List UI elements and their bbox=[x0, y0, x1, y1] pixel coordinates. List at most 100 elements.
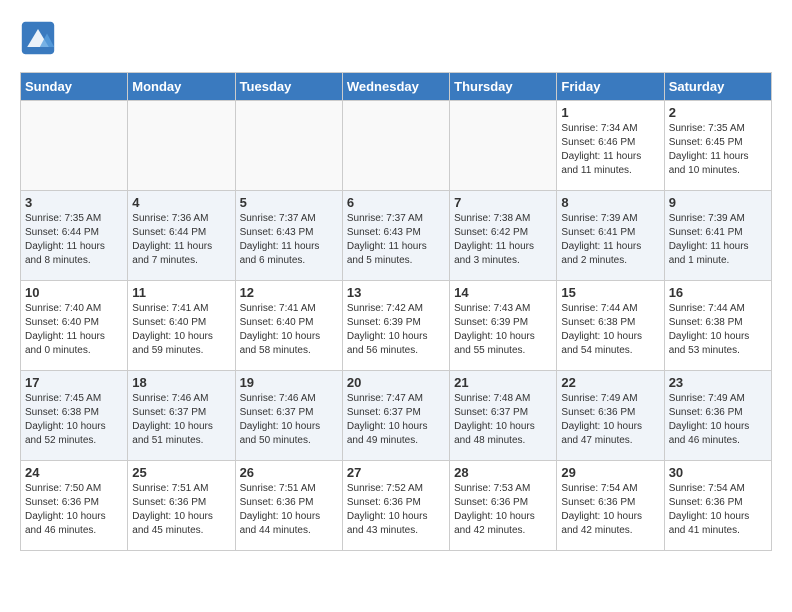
day-number: 20 bbox=[347, 375, 445, 390]
day-info: Sunrise: 7:52 AM Sunset: 6:36 PM Dayligh… bbox=[347, 482, 445, 538]
calendar-cell: 18 Sunrise: 7:46 AM Sunset: 6:37 PM Dayli… bbox=[128, 371, 235, 461]
day-number: 1 bbox=[561, 105, 659, 120]
calendar-cell: 13 Sunrise: 7:42 AM Sunset: 6:39 PM Dayli… bbox=[342, 281, 449, 371]
day-number: 15 bbox=[561, 285, 659, 300]
day-number: 24 bbox=[25, 465, 123, 480]
calendar-cell: 29 Sunrise: 7:54 AM Sunset: 6:36 PM Dayli… bbox=[557, 461, 664, 551]
calendar-cell: 7 Sunrise: 7:38 AM Sunset: 6:42 PM Daylig… bbox=[450, 191, 557, 281]
day-info: Sunrise: 7:53 AM Sunset: 6:36 PM Dayligh… bbox=[454, 482, 552, 538]
logo bbox=[20, 20, 60, 56]
calendar-cell: 22 Sunrise: 7:49 AM Sunset: 6:36 PM Dayli… bbox=[557, 371, 664, 461]
column-header-saturday: Saturday bbox=[664, 73, 771, 101]
calendar-cell: 21 Sunrise: 7:48 AM Sunset: 6:37 PM Dayli… bbox=[450, 371, 557, 461]
day-number: 10 bbox=[25, 285, 123, 300]
day-info: Sunrise: 7:44 AM Sunset: 6:38 PM Dayligh… bbox=[561, 302, 659, 358]
calendar-cell: 11Sunrise: 7:41 AM Sunset: 6:40 PM Dayli… bbox=[128, 281, 235, 371]
calendar-cell: 26 Sunrise: 7:51 AM Sunset: 6:36 PM Dayli… bbox=[235, 461, 342, 551]
calendar-cell bbox=[128, 101, 235, 191]
calendar-cell: 8 Sunrise: 7:39 AM Sunset: 6:41 PM Daylig… bbox=[557, 191, 664, 281]
calendar-week-row: 1 Sunrise: 7:34 AM Sunset: 6:46 PM Daylig… bbox=[21, 101, 772, 191]
calendar-cell: 1 Sunrise: 7:34 AM Sunset: 6:46 PM Daylig… bbox=[557, 101, 664, 191]
calendar-cell: 20 Sunrise: 7:47 AM Sunset: 6:37 PM Dayli… bbox=[342, 371, 449, 461]
day-info: Sunrise: 7:54 AM Sunset: 6:36 PM Dayligh… bbox=[561, 482, 659, 538]
logo-icon bbox=[20, 20, 56, 56]
calendar-week-row: 10 Sunrise: 7:40 AM Sunset: 6:40 PM Dayli… bbox=[21, 281, 772, 371]
calendar-cell: 2 Sunrise: 7:35 AM Sunset: 6:45 PM Daylig… bbox=[664, 101, 771, 191]
calendar-week-row: 24 Sunrise: 7:50 AM Sunset: 6:36 PM Dayli… bbox=[21, 461, 772, 551]
day-number: 26 bbox=[240, 465, 338, 480]
day-info: Sunrise: 7:39 AM Sunset: 6:41 PM Dayligh… bbox=[669, 212, 767, 268]
calendar-body: 1 Sunrise: 7:34 AM Sunset: 6:46 PM Daylig… bbox=[21, 101, 772, 551]
day-info: Sunrise: 7:36 AM Sunset: 6:44 PM Dayligh… bbox=[132, 212, 230, 268]
calendar-cell: 6 Sunrise: 7:37 AM Sunset: 6:43 PM Daylig… bbox=[342, 191, 449, 281]
day-number: 21 bbox=[454, 375, 552, 390]
calendar-cell: 16Sunrise: 7:44 AM Sunset: 6:38 PM Dayli… bbox=[664, 281, 771, 371]
calendar-cell: 4 Sunrise: 7:36 AM Sunset: 6:44 PM Daylig… bbox=[128, 191, 235, 281]
day-info: Sunrise: 7:41 AM Sunset: 6:40 PM Dayligh… bbox=[240, 302, 338, 358]
day-info: Sunrise: 7:49 AM Sunset: 6:36 PM Dayligh… bbox=[561, 392, 659, 448]
day-number: 7 bbox=[454, 195, 552, 210]
calendar-cell: 27 Sunrise: 7:52 AM Sunset: 6:36 PM Dayli… bbox=[342, 461, 449, 551]
day-info: Sunrise: 7:47 AM Sunset: 6:37 PM Dayligh… bbox=[347, 392, 445, 448]
calendar-cell: 30 Sunrise: 7:54 AM Sunset: 6:36 PM Dayli… bbox=[664, 461, 771, 551]
day-info: Sunrise: 7:45 AM Sunset: 6:38 PM Dayligh… bbox=[25, 392, 123, 448]
day-number: 3 bbox=[25, 195, 123, 210]
day-info: Sunrise: 7:39 AM Sunset: 6:41 PM Dayligh… bbox=[561, 212, 659, 268]
day-number: 2 bbox=[669, 105, 767, 120]
calendar-week-row: 17Sunrise: 7:45 AM Sunset: 6:38 PM Dayli… bbox=[21, 371, 772, 461]
calendar-cell: 15 Sunrise: 7:44 AM Sunset: 6:38 PM Dayli… bbox=[557, 281, 664, 371]
day-number: 12 bbox=[240, 285, 338, 300]
day-info: Sunrise: 7:38 AM Sunset: 6:42 PM Dayligh… bbox=[454, 212, 552, 268]
day-info: Sunrise: 7:43 AM Sunset: 6:39 PM Dayligh… bbox=[454, 302, 552, 358]
day-number: 29 bbox=[561, 465, 659, 480]
day-number: 13 bbox=[347, 285, 445, 300]
day-info: Sunrise: 7:37 AM Sunset: 6:43 PM Dayligh… bbox=[240, 212, 338, 268]
calendar-cell: 10 Sunrise: 7:40 AM Sunset: 6:40 PM Dayli… bbox=[21, 281, 128, 371]
day-number: 4 bbox=[132, 195, 230, 210]
day-info: Sunrise: 7:35 AM Sunset: 6:44 PM Dayligh… bbox=[25, 212, 123, 268]
day-number: 22 bbox=[561, 375, 659, 390]
day-number: 18 bbox=[132, 375, 230, 390]
calendar-cell: 5Sunrise: 7:37 AM Sunset: 6:43 PM Daylig… bbox=[235, 191, 342, 281]
day-info: Sunrise: 7:51 AM Sunset: 6:36 PM Dayligh… bbox=[132, 482, 230, 538]
column-header-wednesday: Wednesday bbox=[342, 73, 449, 101]
page-header bbox=[20, 20, 772, 56]
calendar-cell: 3 Sunrise: 7:35 AM Sunset: 6:44 PM Daylig… bbox=[21, 191, 128, 281]
day-info: Sunrise: 7:37 AM Sunset: 6:43 PM Dayligh… bbox=[347, 212, 445, 268]
calendar-cell bbox=[235, 101, 342, 191]
calendar-cell: 17Sunrise: 7:45 AM Sunset: 6:38 PM Dayli… bbox=[21, 371, 128, 461]
day-info: Sunrise: 7:35 AM Sunset: 6:45 PM Dayligh… bbox=[669, 122, 767, 178]
day-info: Sunrise: 7:50 AM Sunset: 6:36 PM Dayligh… bbox=[25, 482, 123, 538]
day-info: Sunrise: 7:34 AM Sunset: 6:46 PM Dayligh… bbox=[561, 122, 659, 178]
day-number: 28 bbox=[454, 465, 552, 480]
calendar-cell bbox=[450, 101, 557, 191]
column-header-thursday: Thursday bbox=[450, 73, 557, 101]
calendar-cell: 14 Sunrise: 7:43 AM Sunset: 6:39 PM Dayli… bbox=[450, 281, 557, 371]
day-info: Sunrise: 7:49 AM Sunset: 6:36 PM Dayligh… bbox=[669, 392, 767, 448]
calendar-cell: 12 Sunrise: 7:41 AM Sunset: 6:40 PM Dayli… bbox=[235, 281, 342, 371]
calendar-cell: 24 Sunrise: 7:50 AM Sunset: 6:36 PM Dayli… bbox=[21, 461, 128, 551]
day-info: Sunrise: 7:41 AM Sunset: 6:40 PM Dayligh… bbox=[132, 302, 230, 358]
calendar-cell: 19Sunrise: 7:46 AM Sunset: 6:37 PM Dayli… bbox=[235, 371, 342, 461]
calendar-cell: 9Sunrise: 7:39 AM Sunset: 6:41 PM Daylig… bbox=[664, 191, 771, 281]
calendar-cell bbox=[342, 101, 449, 191]
day-number: 30 bbox=[669, 465, 767, 480]
day-info: Sunrise: 7:54 AM Sunset: 6:36 PM Dayligh… bbox=[669, 482, 767, 538]
day-info: Sunrise: 7:40 AM Sunset: 6:40 PM Dayligh… bbox=[25, 302, 123, 358]
column-header-tuesday: Tuesday bbox=[235, 73, 342, 101]
day-number: 8 bbox=[561, 195, 659, 210]
day-number: 6 bbox=[347, 195, 445, 210]
day-info: Sunrise: 7:51 AM Sunset: 6:36 PM Dayligh… bbox=[240, 482, 338, 538]
day-number: 14 bbox=[454, 285, 552, 300]
day-number: 16 bbox=[669, 285, 767, 300]
calendar-cell bbox=[21, 101, 128, 191]
day-info: Sunrise: 7:48 AM Sunset: 6:37 PM Dayligh… bbox=[454, 392, 552, 448]
day-number: 27 bbox=[347, 465, 445, 480]
calendar-table: SundayMondayTuesdayWednesdayThursdayFrid… bbox=[20, 72, 772, 551]
day-number: 25 bbox=[132, 465, 230, 480]
calendar-cell: 25 Sunrise: 7:51 AM Sunset: 6:36 PM Dayli… bbox=[128, 461, 235, 551]
day-info: Sunrise: 7:46 AM Sunset: 6:37 PM Dayligh… bbox=[132, 392, 230, 448]
day-info: Sunrise: 7:42 AM Sunset: 6:39 PM Dayligh… bbox=[347, 302, 445, 358]
column-header-friday: Friday bbox=[557, 73, 664, 101]
column-header-sunday: Sunday bbox=[21, 73, 128, 101]
